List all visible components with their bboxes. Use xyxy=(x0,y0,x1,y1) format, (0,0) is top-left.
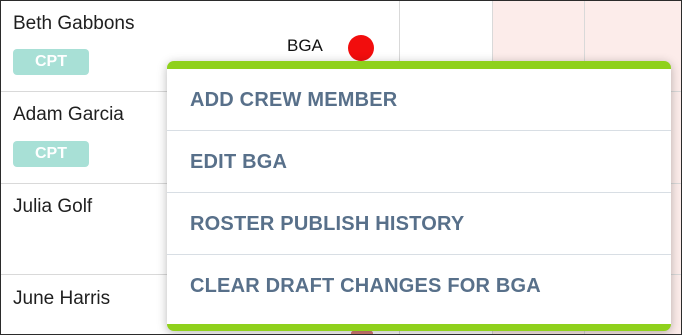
menu-item-edit-crew[interactable]: EDIT BGA xyxy=(167,131,671,193)
crew-code[interactable]: BGA xyxy=(287,36,323,56)
context-menu: ADD CREW MEMBER EDIT BGA ROSTER PUBLISH … xyxy=(167,61,671,331)
rank-badge: CPT xyxy=(13,49,89,75)
crew-name[interactable]: Beth Gabbons xyxy=(13,13,134,35)
menu-item-roster-publish-history[interactable]: ROSTER PUBLISH HISTORY xyxy=(167,193,671,255)
menu-item-clear-draft-changes[interactable]: CLEAR DRAFT CHANGES FOR BGA xyxy=(167,255,671,317)
roster-grid: Beth Gabbons CPT BGA Adam Garcia CPT Jul… xyxy=(0,0,682,335)
crew-name[interactable]: Julia Golf xyxy=(13,196,92,218)
rank-badge: CPT xyxy=(13,141,89,167)
menu-item-add-crew-member[interactable]: ADD CREW MEMBER xyxy=(167,69,671,131)
red-dot-icon xyxy=(348,35,374,61)
crew-name[interactable]: June Harris xyxy=(13,288,110,310)
crew-name[interactable]: Adam Garcia xyxy=(13,104,124,126)
